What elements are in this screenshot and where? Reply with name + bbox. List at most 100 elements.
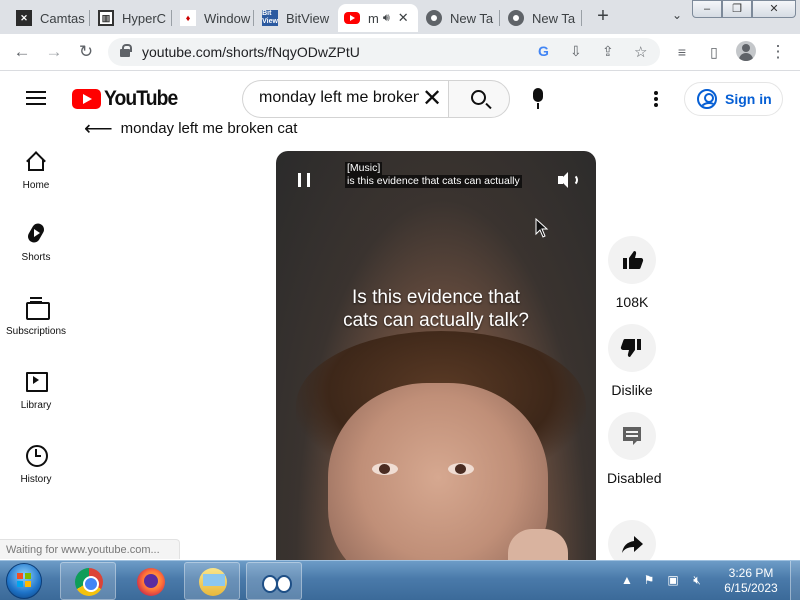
nav-library[interactable]: Library	[0, 370, 72, 411]
youtube-logo[interactable]: YouTube	[72, 87, 184, 111]
dislike-label: Dislike	[611, 382, 653, 398]
nav-label: Home	[22, 180, 50, 191]
search-icon	[471, 90, 486, 105]
back-arrow-icon[interactable]: ←	[12, 42, 32, 62]
youtube-play-icon	[72, 89, 101, 109]
tab-window[interactable]: ♦ Window	[174, 4, 254, 32]
taskbar-explorer[interactable]	[184, 562, 240, 600]
browser-toolbar: ← → ↻ youtube.com/shorts/fNqyODwZPtU G ⇩…	[0, 34, 800, 71]
comments-action[interactable]: Disabled	[606, 412, 661, 488]
search-input[interactable]	[259, 89, 419, 107]
address-bar[interactable]: youtube.com/shorts/fNqyODwZPtU G ⇩ ⇪ ☆	[108, 38, 660, 66]
hamburger-menu-icon[interactable]	[26, 91, 46, 105]
volume-muted-icon[interactable]: 🔇︎	[690, 573, 704, 587]
network-icon[interactable]: ▣	[666, 573, 680, 587]
taskbar-clock[interactable]: 3:26 PM 6/15/2023	[718, 566, 784, 596]
nav-history[interactable]: History	[0, 444, 72, 485]
action-center-flag-icon[interactable]: ⚑	[642, 573, 656, 587]
search-button[interactable]	[448, 80, 510, 118]
bookmark-star-icon[interactable]: ☆	[634, 43, 647, 61]
taskbar-chrome[interactable]	[60, 562, 116, 600]
restore-button[interactable]: ❐	[722, 0, 752, 18]
browser-status-text: Waiting for www.youtube.com...	[0, 539, 180, 559]
window-icon: ♦	[180, 10, 196, 26]
reload-icon[interactable]: ↻	[76, 42, 96, 62]
microphone-icon[interactable]	[533, 88, 543, 109]
share-icon[interactable]: ⇪	[602, 43, 614, 60]
clock-date: 6/15/2023	[724, 581, 778, 595]
back-arrow-icon[interactable]: ⟵	[84, 116, 113, 141]
library-icon	[25, 370, 48, 392]
install-app-icon[interactable]: ⇩	[570, 43, 582, 60]
tab-camtasia[interactable]: ✕ Camtas	[10, 4, 90, 32]
taskbar-firefox[interactable]	[122, 562, 178, 600]
tab-title: m	[368, 10, 379, 26]
shorts-icon	[25, 222, 47, 244]
settings-kebab-icon[interactable]	[654, 91, 658, 107]
comments-button[interactable]	[608, 412, 656, 460]
show-hidden-icons[interactable]: ▲	[620, 573, 634, 587]
nav-label: Shorts	[21, 252, 51, 263]
minimize-button[interactable]: –	[692, 0, 722, 18]
google-lens-icon[interactable]: G	[538, 43, 549, 59]
tab-title: New Ta	[450, 10, 494, 26]
new-tab-button[interactable]: +	[592, 6, 614, 28]
close-window-button[interactable]: ✕	[752, 0, 796, 18]
search-suggestion[interactable]: ⟵ monday left me broken cat	[84, 116, 297, 141]
suggestion-text: monday left me broken cat	[120, 120, 298, 137]
like-button[interactable]	[608, 236, 656, 284]
pause-icon[interactable]	[298, 173, 310, 187]
tab-title: New Ta	[532, 10, 576, 26]
overlay-line-2: cats can actually talk?	[343, 310, 529, 331]
lock-icon	[120, 44, 132, 57]
nav-label: Subscriptions	[5, 326, 67, 337]
clear-search-icon[interactable]: ✕	[421, 87, 443, 111]
like-action[interactable]: 108K	[606, 236, 658, 312]
eyes-icon	[261, 568, 292, 596]
thumbs-down-icon	[620, 339, 641, 357]
search-box: ✕	[242, 80, 448, 118]
bitview-icon: Bit View	[262, 10, 278, 26]
windows-taskbar: ▲ ⚑ ▣ 🔇︎ 3:26 PM 6/15/2023	[0, 560, 800, 600]
video-frame-eye-right	[448, 463, 474, 475]
chrome-menu-icon[interactable]: ⋮	[768, 42, 788, 62]
overlay-line-1: Is this evidence that	[352, 287, 520, 308]
start-button[interactable]	[6, 563, 42, 599]
youtube-icon	[344, 12, 360, 24]
dislike-button[interactable]	[608, 324, 656, 372]
side-panel-icon[interactable]: ▯	[704, 42, 724, 62]
caption-line-1: [Music]	[345, 162, 383, 175]
tab-title: Window	[204, 10, 251, 26]
profile-avatar-icon[interactable]	[736, 41, 756, 61]
shorts-video-player[interactable]: [Music] is this evidence that cats can a…	[276, 151, 596, 571]
forward-arrow-icon[interactable]: →	[44, 42, 64, 62]
chrome-icon	[75, 568, 103, 596]
dislike-action[interactable]: Dislike	[606, 324, 658, 400]
tab-title: HyperC	[122, 10, 167, 26]
nav-home[interactable]: Home	[0, 150, 72, 191]
caption-line-2: is this evidence that cats can actually	[345, 175, 522, 188]
sign-in-button[interactable]: Sign in	[684, 82, 783, 116]
tab-hypercam[interactable]: ▥ HyperC	[92, 4, 172, 32]
nav-subscriptions[interactable]: Subscriptions	[0, 296, 72, 337]
user-circle-icon	[697, 89, 717, 109]
browser-tab-strip: ✕ Camtas ▥ HyperC ♦ Window Bit View BitVi…	[0, 0, 800, 34]
tab-new-2[interactable]: New Ta	[502, 4, 582, 32]
tab-bitview[interactable]: Bit View BitView	[256, 4, 336, 32]
home-icon	[25, 150, 47, 172]
tab-youtube-active[interactable]: m 🔊︎ ✕	[338, 4, 418, 32]
youtube-wordmark: YouTube	[104, 87, 178, 110]
taskbar-eyes[interactable]	[246, 562, 302, 600]
tab-title: Camtas	[40, 10, 85, 26]
closed-captions: [Music] is this evidence that cats can a…	[345, 162, 522, 188]
media-control-icon[interactable]: ≡	[672, 42, 692, 62]
close-tab-icon[interactable]: ✕	[398, 10, 409, 26]
like-count: 108K	[615, 294, 649, 310]
history-icon	[25, 444, 48, 467]
show-desktop-button[interactable]	[790, 561, 800, 600]
tab-new-1[interactable]: New Ta	[420, 4, 500, 32]
volume-icon[interactable]	[558, 171, 578, 189]
speaker-icon[interactable]: 🔊︎	[383, 12, 390, 25]
nav-shorts[interactable]: Shorts	[0, 222, 72, 263]
tab-search-chevron-icon[interactable]: ⌄	[672, 8, 682, 22]
